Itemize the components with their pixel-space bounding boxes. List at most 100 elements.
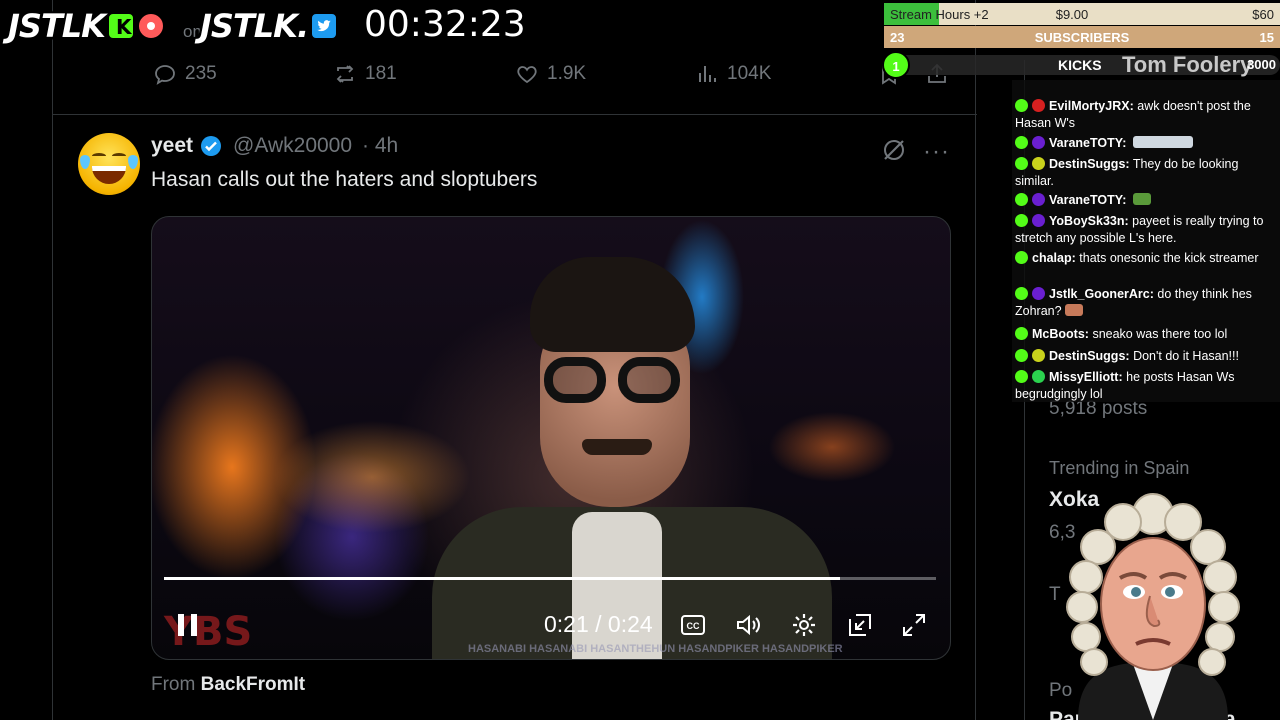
video-source[interactable]: From BackFromIt [151, 674, 305, 696]
chat-message: Jstlk_GoonerArc: do they think hes Zohra… [1015, 287, 1252, 318]
kicks-top-user: Tom Foolery [1122, 52, 1253, 77]
pause-button[interactable] [178, 614, 198, 636]
repost-button[interactable]: 181 [333, 62, 397, 86]
views-button[interactable]: 104K [695, 62, 771, 86]
post-action-bar: 235 181 1.9K 104K [53, 62, 977, 98]
kick-badge-icon [1015, 157, 1028, 170]
chat-message: VaraneTOTY: [1015, 135, 1277, 152]
post-divider [53, 114, 977, 115]
kick-badge-icon [1015, 287, 1028, 300]
like-count: 1.9K [547, 63, 587, 84]
video-source-prefix: From [151, 674, 196, 695]
post-time[interactable]: · 4h [362, 134, 398, 158]
subs-label: SUBSCRIBERS [1034, 30, 1130, 45]
repost-icon [336, 65, 354, 83]
record-icon [136, 12, 165, 40]
video-source-name[interactable]: BackFromIt [201, 674, 306, 695]
user-badge-icon [1032, 136, 1045, 149]
judge-character-overlay [1066, 493, 1240, 720]
subscribers-goal: 23 SUBSCRIBERS 15 [884, 26, 1280, 48]
author-handle[interactable]: @Awk20000 [233, 134, 352, 158]
video-controls: 0:21 / 0:24 CC [152, 605, 950, 645]
trending-label[interactable]: Trending in Spain [1049, 458, 1189, 479]
glasses-lens [544, 357, 606, 403]
chat-username: chalap [1032, 251, 1072, 265]
kick-badge-icon [1015, 349, 1028, 362]
picture-in-picture-icon[interactable] [846, 611, 874, 639]
video-progress-fill [164, 577, 840, 580]
user-badge-icon [1032, 349, 1045, 362]
chat-text: he posts Hasan Ws begrudgingly lol [1015, 370, 1235, 401]
reply-count: 235 [185, 63, 217, 84]
repost-count: 181 [365, 63, 397, 84]
kick-badge-icon [1015, 327, 1028, 340]
pause-icon [191, 614, 197, 636]
hair-shape [530, 257, 695, 352]
more-options-icon[interactable]: ··· [923, 138, 950, 166]
kick-badge-icon [1015, 136, 1028, 149]
video-progress-bar[interactable] [164, 577, 936, 580]
kicks-amount: 3000 [1247, 57, 1276, 72]
user-badge-icon [1032, 214, 1045, 227]
chat-username: VaraneTOTY [1049, 193, 1123, 207]
reply-button[interactable]: 235 [153, 62, 217, 86]
emote-icon [1132, 136, 1193, 148]
user-badge-icon [1032, 157, 1045, 170]
kick-badge-icon [1015, 214, 1028, 227]
twitter-bird-icon [310, 12, 339, 40]
captions-icon[interactable]: CC [679, 611, 707, 639]
kick-badge-icon [1015, 251, 1028, 264]
chat-text: Don't do it Hasan!!! [1133, 349, 1239, 363]
goal-current: $9.00 [1055, 7, 1089, 22]
stream-chat: EvilMortyJRX: awk doesn't post the Hasan… [1012, 80, 1280, 402]
kicks-label: KICKS [1058, 57, 1102, 73]
like-button[interactable]: 1.9K [515, 62, 586, 86]
bar-chart-icon [699, 66, 716, 82]
logo-text: JSTLK. [200, 7, 309, 45]
mustache-shape [582, 439, 652, 455]
fullscreen-icon[interactable] [900, 611, 928, 639]
feed-column: om 235 181 1.9K 104K yeet @Awk20000 · 4h… [52, 0, 977, 720]
video-frame-person [432, 237, 832, 659]
chat-username: McBoots [1032, 327, 1085, 341]
user-badge-icon [1032, 193, 1045, 206]
kick-badge-icon [1015, 99, 1028, 112]
volume-icon[interactable] [734, 611, 762, 639]
chat-message: VaraneTOTY: [1015, 192, 1277, 209]
chat-username: YoBoySk33n [1049, 214, 1125, 228]
chat-message: MissyElliott: he posts Hasan Ws begrudgi… [1015, 370, 1235, 401]
author-name[interactable]: yeet [151, 134, 193, 158]
avatar-eye [92, 153, 106, 159]
grok-icon[interactable] [881, 137, 907, 163]
chat-message: McBoots: sneako was there too lol [1015, 326, 1277, 343]
avatar-eye [112, 153, 126, 159]
svg-text:CC: CC [687, 621, 700, 631]
kick-logo-icon: K [106, 12, 135, 40]
chat-username: Jstlk_GoonerArc [1049, 287, 1150, 301]
tweet-text: Hasan calls out the haters and sloptuber… [151, 168, 538, 191]
emote-icon [1064, 304, 1083, 316]
pause-icon [178, 614, 184, 636]
chat-message: YoBoySk33n: payeet is really trying to s… [1015, 214, 1264, 245]
goal-target: $60 [1252, 7, 1274, 22]
stream-logo-kick: JSTLK K [8, 6, 165, 46]
user-badge-icon [1032, 99, 1045, 112]
kick-badge-icon [1015, 370, 1028, 383]
video-time: 0:21 / 0:24 [544, 611, 653, 637]
settings-gear-icon[interactable] [790, 611, 818, 639]
kick-badge-icon [1015, 193, 1028, 206]
chat-username: DestinSuggs [1049, 157, 1126, 171]
reply-icon [155, 65, 175, 85]
glasses-lens [618, 357, 680, 403]
laughing-emoji-avatar[interactable] [78, 133, 140, 195]
video-player[interactable]: YBS 0:21 / 0:24 CC HASANABI HASANABI HAS… [151, 216, 951, 660]
view-count: 104K [727, 63, 772, 84]
tear-icon [80, 155, 90, 169]
stream-logo-twitter: JSTLK. [200, 6, 339, 46]
video-social-credits: HASANABI HASANABI HASANTHEHUN HASANDPIKE… [468, 643, 843, 655]
subs-target: 15 [1259, 30, 1274, 45]
kicks-level: 1 [882, 51, 910, 79]
chat-text: sneako was there too lol [1092, 327, 1228, 341]
tear-icon [128, 155, 138, 169]
kicks-leaderboard: 1 KICKS Tom Foolery 3000 [882, 51, 1280, 79]
